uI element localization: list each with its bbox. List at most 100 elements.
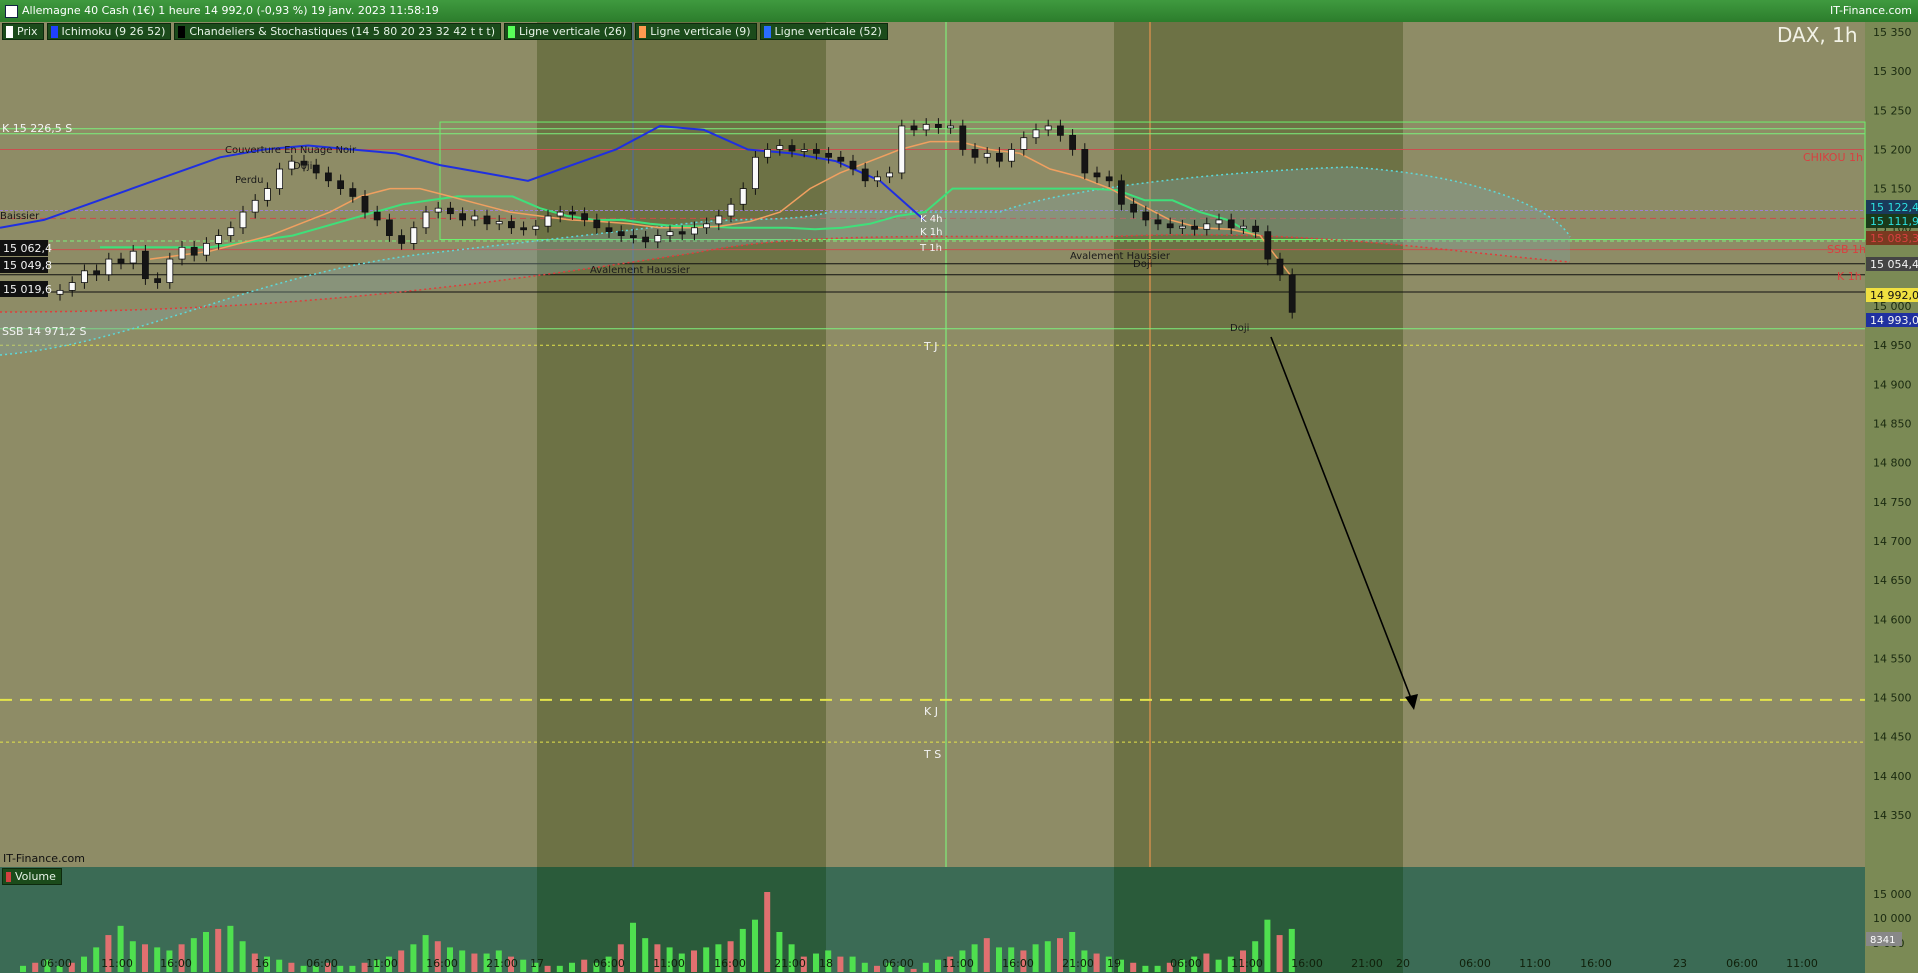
candle[interactable] (422, 211, 430, 229)
candle[interactable] (654, 235, 662, 243)
candle[interactable] (117, 258, 125, 264)
candle[interactable] (105, 258, 113, 276)
candle[interactable] (691, 227, 698, 235)
candle[interactable] (1020, 137, 1028, 150)
candle[interactable] (581, 213, 588, 221)
candle[interactable] (1288, 274, 1296, 313)
candle[interactable] (215, 235, 223, 244)
candle[interactable] (459, 213, 467, 221)
candle[interactable] (1081, 149, 1089, 174)
candle[interactable] (154, 278, 162, 283)
candle[interactable] (1191, 225, 1198, 230)
legend-item[interactable]: Prix (2, 23, 44, 40)
candle[interactable] (1118, 180, 1125, 205)
candle[interactable] (190, 246, 198, 256)
candle[interactable] (251, 199, 259, 213)
candle[interactable] (1105, 176, 1113, 182)
candle[interactable] (1252, 225, 1259, 233)
candle[interactable] (886, 172, 893, 178)
candle[interactable] (1179, 225, 1186, 229)
price-chart[interactable]: Couverture En Nuage NoirPerduDojiAvaleme… (0, 22, 1918, 973)
candle[interactable] (666, 231, 674, 236)
candle[interactable] (471, 215, 479, 221)
candle[interactable] (129, 250, 137, 264)
brand-label[interactable]: IT-Finance.com (1830, 0, 1912, 22)
candle[interactable] (337, 180, 345, 190)
candle[interactable] (715, 215, 723, 225)
candle[interactable] (385, 219, 393, 236)
candle[interactable] (1069, 134, 1076, 150)
candle[interactable] (898, 125, 906, 174)
legend-item[interactable]: Chandeliers & Stochastiques (14 5 80 20 … (174, 23, 502, 40)
candle[interactable] (776, 145, 784, 150)
candle[interactable] (178, 246, 186, 260)
candle[interactable] (202, 243, 210, 256)
candle[interactable] (569, 211, 576, 215)
legend-item[interactable]: Ligne verticale (9) (635, 23, 757, 40)
candle[interactable] (752, 156, 759, 189)
candle[interactable] (1276, 258, 1284, 276)
candle[interactable] (1057, 125, 1064, 136)
candle[interactable] (849, 160, 857, 170)
volume-legend[interactable]: Volume (2, 868, 62, 885)
candle[interactable] (1215, 219, 1223, 225)
candle[interactable] (983, 152, 991, 158)
candle[interactable] (520, 227, 527, 231)
candle[interactable] (1008, 149, 1015, 162)
candle[interactable] (398, 235, 406, 244)
candle[interactable] (1154, 219, 1162, 225)
candle[interactable] (324, 172, 332, 182)
candle[interactable] (495, 221, 503, 225)
candle[interactable] (556, 211, 564, 217)
candle[interactable] (996, 152, 1003, 162)
candle[interactable] (263, 188, 271, 201)
candle[interactable] (1240, 225, 1247, 229)
candle[interactable] (81, 270, 88, 283)
candle[interactable] (605, 227, 613, 233)
candle[interactable] (947, 125, 954, 129)
candle[interactable] (1142, 211, 1150, 221)
candle[interactable] (959, 125, 967, 150)
candle[interactable] (764, 149, 771, 158)
candle[interactable] (1130, 203, 1137, 213)
candle[interactable] (971, 149, 979, 158)
candle[interactable] (1166, 223, 1174, 229)
candle[interactable] (56, 289, 64, 295)
candle[interactable] (93, 270, 100, 276)
candle[interactable] (678, 231, 686, 235)
candle[interactable] (68, 282, 76, 291)
candle[interactable] (373, 211, 381, 221)
candle[interactable] (825, 152, 832, 158)
candle[interactable] (813, 149, 820, 154)
candle[interactable] (446, 207, 454, 215)
candle[interactable] (703, 223, 710, 229)
candle[interactable] (788, 145, 796, 152)
candle[interactable] (227, 227, 235, 236)
candle[interactable] (874, 176, 881, 182)
candle[interactable] (861, 168, 869, 182)
candle[interactable] (361, 196, 369, 213)
candle[interactable] (935, 123, 942, 128)
candle[interactable] (532, 225, 540, 230)
candle[interactable] (434, 207, 442, 213)
candle[interactable] (617, 231, 625, 236)
candle[interactable] (910, 125, 918, 131)
candle[interactable] (1264, 231, 1272, 260)
candle[interactable] (410, 227, 418, 244)
candle[interactable] (800, 149, 808, 152)
candle[interactable] (922, 123, 930, 131)
candle[interactable] (1093, 172, 1101, 178)
candle[interactable] (630, 235, 637, 238)
candle[interactable] (1032, 129, 1040, 139)
candle[interactable] (1044, 125, 1052, 131)
candle[interactable] (1203, 223, 1211, 230)
candle[interactable] (727, 203, 735, 217)
candle[interactable] (1227, 219, 1235, 229)
candle[interactable] (483, 215, 491, 225)
candle[interactable] (349, 188, 357, 197)
candle[interactable] (166, 258, 174, 283)
candle[interactable] (312, 164, 320, 174)
candle[interactable] (837, 156, 845, 162)
legend-item[interactable]: Ichimoku (9 26 52) (46, 23, 172, 40)
candle[interactable] (507, 221, 515, 229)
